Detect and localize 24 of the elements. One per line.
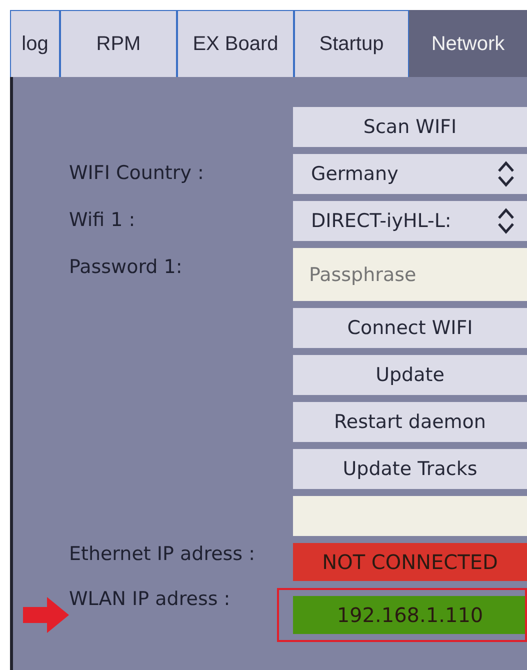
action-button[interactable]: Restart daemon <box>293 402 527 442</box>
tab[interactable]: log <box>10 10 60 77</box>
arrow-icon <box>23 597 69 633</box>
dropdown[interactable]: Germany <box>293 154 527 194</box>
text-field[interactable]: Passphrase <box>293 248 527 301</box>
ip-status-value: 192.168.1.110 <box>293 596 527 634</box>
dropdown[interactable]: DIRECT-iyHL-L: <box>293 201 527 241</box>
ip-status-value: NOT CONNECTED <box>293 543 527 581</box>
text-field[interactable] <box>293 496 527 536</box>
action-button[interactable]: Connect WIFI <box>293 308 527 348</box>
up-down-chevron-icon <box>497 207 515 235</box>
action-button[interactable]: Update Tracks <box>293 449 527 489</box>
tab[interactable]: Startup <box>294 10 409 77</box>
action-button[interactable]: Update <box>293 355 527 395</box>
field-label: Ethernet IP adress : <box>68 543 256 565</box>
field-label: Wifi 1 : <box>68 208 136 231</box>
up-down-chevron-icon <box>497 160 515 188</box>
field-label: WLAN IP adress : <box>68 588 230 610</box>
tab[interactable]: EX Board <box>177 10 294 77</box>
tab[interactable]: RPM <box>60 10 177 77</box>
field-label: WIFI Country : <box>68 161 205 184</box>
action-button[interactable]: Scan WIFI <box>293 107 527 147</box>
tab[interactable]: Network <box>409 10 527 77</box>
field-label: Password 1: <box>68 255 184 278</box>
